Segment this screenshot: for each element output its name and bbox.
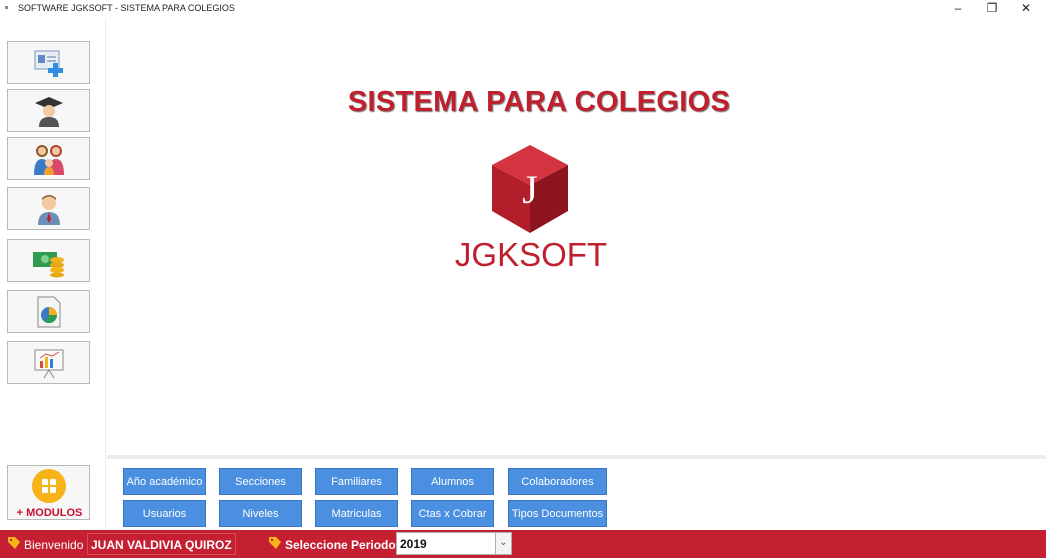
brand-name: JGKSOFT (454, 236, 608, 273)
accounts-receivable-button[interactable]: Ctas x Cobrar (411, 500, 494, 527)
tag-icon (269, 537, 281, 549)
users-button[interactable]: Usuarios (123, 500, 206, 527)
window-title: SOFTWARE JGKSOFT - SISTEMA PARA COLEGIOS (18, 3, 235, 13)
logo-letter: J (522, 167, 538, 212)
jgksoft-logo-cube: J (492, 145, 568, 233)
levels-button[interactable]: Niveles (219, 500, 302, 527)
main-panel: SISTEMA PARA COLEGIOS J JGKSOFT (107, 18, 1046, 455)
page-title: SISTEMA PARA COLEGIOS (347, 86, 731, 118)
pie-chart-report-icon (37, 296, 60, 327)
id-card-add-icon (34, 50, 63, 77)
sections-button[interactable]: Secciones (219, 468, 302, 495)
sidebar-button-registration[interactable] (7, 41, 90, 84)
sidebar: + MODULOS (0, 18, 106, 528)
restore-button[interactable]: ❐ (975, 0, 1009, 18)
welcome-label: Bienvenido (24, 538, 84, 552)
tag-icon (8, 537, 20, 549)
modules-button[interactable]: + MODULOS (7, 465, 90, 520)
presentation-chart-icon (34, 349, 63, 378)
academic-year-button[interactable]: Año académico (123, 468, 206, 495)
sidebar-button-family[interactable] (7, 137, 90, 180)
status-bar: Bienvenido JUAN VALDIVIA QUIROZ Seleccio… (0, 530, 1046, 558)
period-label: Seleccione Periodo : (285, 538, 404, 552)
money-coins-icon (32, 251, 64, 277)
sidebar-button-staff[interactable] (7, 187, 90, 230)
document-types-button[interactable]: Tipos Documentos (508, 500, 607, 527)
title-bar: SOFTWARE JGKSOFT - SISTEMA PARA COLEGIOS… (0, 0, 1046, 18)
close-button[interactable]: ✕ (1009, 0, 1043, 18)
family-members-button[interactable]: Familiares (315, 468, 398, 495)
employee-icon (37, 194, 60, 225)
students-button[interactable]: Alumnos (411, 468, 494, 495)
grid-icon (32, 469, 66, 503)
sidebar-button-statistics[interactable] (7, 341, 90, 384)
enrollments-button[interactable]: Matriculas (315, 500, 398, 527)
family-icon (33, 144, 64, 175)
period-select[interactable]: 2019 ⌄ (396, 532, 512, 555)
sidebar-button-reports[interactable] (7, 290, 90, 333)
graduate-icon (34, 96, 63, 127)
current-user: JUAN VALDIVIA QUIROZ (87, 533, 236, 555)
sidebar-button-students[interactable] (7, 89, 90, 132)
minimize-button[interactable]: – (941, 0, 975, 18)
sidebar-button-payments[interactable] (7, 239, 90, 282)
module-buttons-panel: Año académico Secciones Familiares Alumn… (107, 459, 1046, 528)
app-icon (5, 6, 8, 9)
period-value: 2019 (400, 537, 427, 551)
staff-button[interactable]: Colaboradores (508, 468, 607, 495)
modules-label: + MODULOS (16, 507, 83, 519)
chevron-down-icon[interactable]: ⌄ (495, 533, 511, 554)
